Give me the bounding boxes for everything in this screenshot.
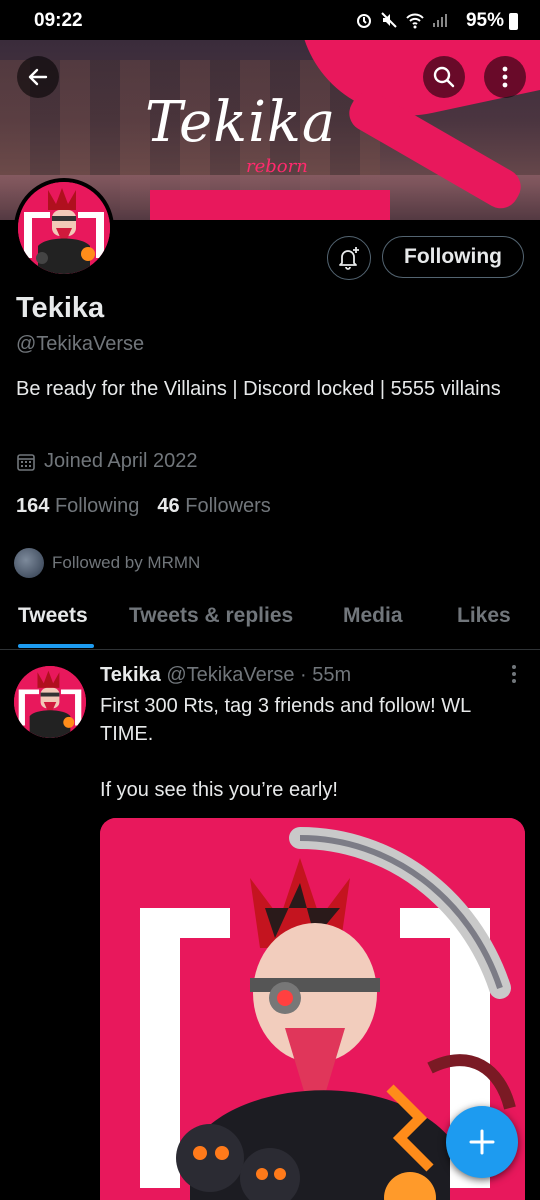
alarm-icon [357,14,371,28]
status-time: 09:22 [34,10,83,31]
notifications-button[interactable] [327,236,371,280]
search-icon [433,66,455,88]
tab-tweets-replies[interactable]: Tweets & replies [129,604,293,628]
back-arrow-icon [28,68,48,86]
battery-icon [509,13,518,30]
banner-brush-stroke [150,190,390,220]
search-button[interactable] [423,56,465,98]
back-button[interactable] [17,56,59,98]
banner-logo-subtitle: reborn [246,156,308,177]
wifi-icon [406,13,424,29]
tweet-text: First 300 Rts, tag 3 friends and follow!… [100,695,471,801]
tweet-handle: @TekikaVerse [166,664,295,686]
profile-avatar[interactable] [14,178,114,278]
profile-handle: @TekikaVerse [16,333,145,355]
signal-icon [433,14,447,27]
more-options-button[interactable] [484,56,526,98]
profile-bio: Be ready for the Villains | Discord lock… [16,378,501,400]
active-tab-indicator [18,644,94,648]
following-stat[interactable]: 164 Following [16,495,139,517]
profile-tabs: Tweets Tweets & replies Media Likes [0,594,540,650]
tab-media[interactable]: Media [343,604,403,628]
plus-icon [469,1129,495,1155]
following-button[interactable]: Following [382,236,524,278]
notification-bell-plus-icon [339,247,359,270]
calendar-icon [17,453,35,471]
following-label: Following [54,495,140,517]
tweet-more-button[interactable] [510,664,518,689]
tweet-avatar[interactable] [14,666,86,738]
avatar-image [18,182,110,274]
followed-by-text: Followed by MRMN [52,553,201,572]
followers-count: 46 [157,495,180,517]
joined-text: Joined April 2022 [44,450,198,472]
tweet-avatar-image [14,666,86,738]
followers-label: Followers [185,495,271,517]
banner-logo-text: Tekika [145,90,337,155]
tab-tweets[interactable]: Tweets [18,604,88,628]
tab-likes[interactable]: Likes [457,604,511,628]
more-vertical-icon [512,665,516,683]
followed-by[interactable]: Followed by MRMN [14,548,200,578]
follow-stats: 164 Following 46 Followers [16,495,271,518]
tweet-separator: · [300,664,307,686]
tweet-author[interactable]: Tekika [100,664,161,686]
battery-percent: 95% [465,10,504,31]
profile-name: Tekika [16,292,105,324]
compose-tweet-button[interactable] [446,1106,518,1178]
joined-date: Joined April 2022 [16,450,197,473]
followers-stat[interactable]: 46 Followers [157,495,270,517]
following-count: 164 [16,495,50,517]
follower-avatar [14,548,44,578]
more-vertical-icon [502,66,508,88]
status-icons [355,11,448,29]
mute-icon [381,12,397,28]
tweet-time[interactable]: 55m [312,664,351,686]
tweet-header: Tekika @TekikaVerse · 55m [100,664,351,687]
status-bar: 09:22 95% [0,0,540,44]
